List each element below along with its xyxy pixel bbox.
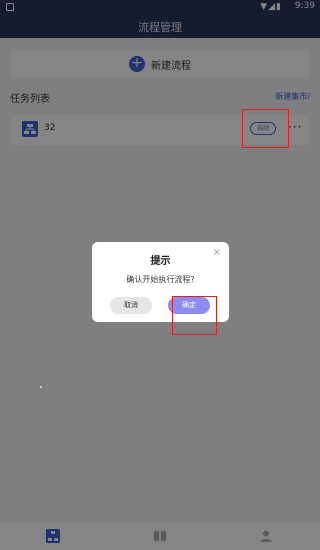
close-icon[interactable]: × bbox=[213, 247, 221, 258]
cancel-button[interactable]: 取消 bbox=[110, 297, 152, 314]
stray-dot bbox=[40, 386, 42, 388]
highlight-box-confirm bbox=[172, 296, 217, 335]
dialog-message: 确认开始执行流程? bbox=[126, 275, 195, 284]
dialog-title: 提示 bbox=[150, 256, 171, 267]
highlight-box-start bbox=[242, 109, 289, 148]
